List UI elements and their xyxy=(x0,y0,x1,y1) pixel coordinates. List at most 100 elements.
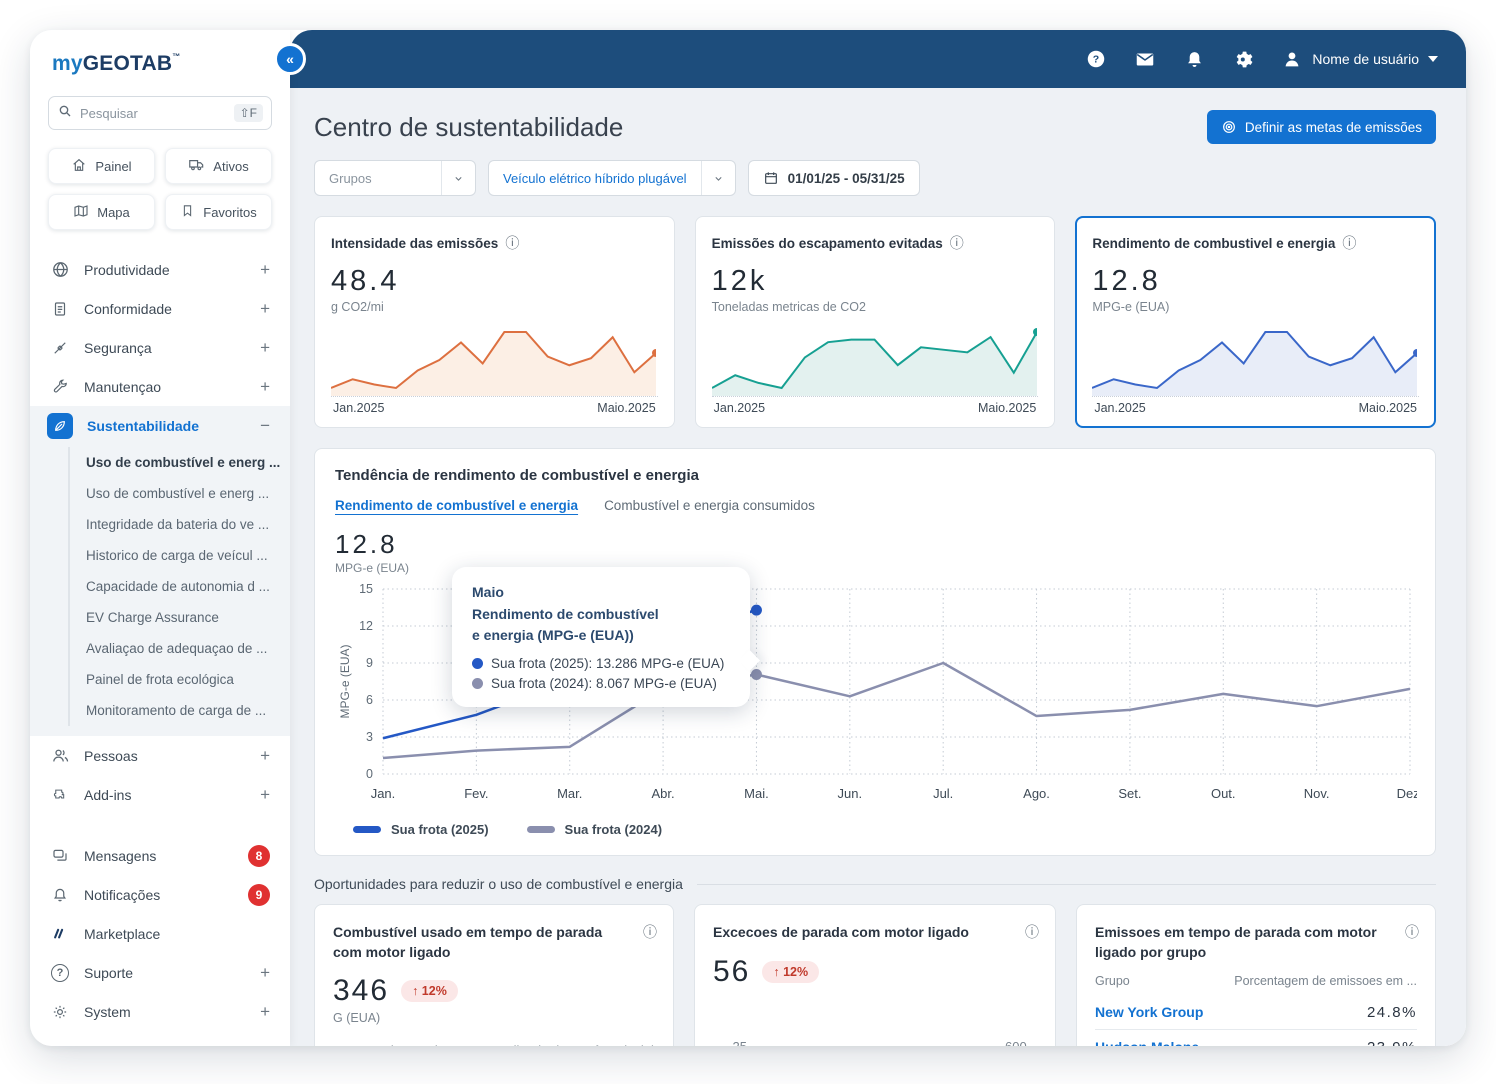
subnav-item[interactable]: Historico de carga de veícul ... xyxy=(70,540,290,571)
group-link[interactable]: New York Group xyxy=(1095,1004,1203,1020)
sidebar-item-pessoas[interactable]: Pessoas + xyxy=(30,736,290,775)
group-link[interactable]: Hudson Malone xyxy=(1095,1039,1199,1046)
seatbelt-icon xyxy=(50,338,70,358)
info-icon[interactable] xyxy=(1025,922,1039,942)
quick-link-ativos[interactable]: Ativos xyxy=(165,148,272,184)
people-icon xyxy=(50,746,70,766)
subnav-item[interactable]: Uso de combustível e energ ... xyxy=(70,478,290,509)
sidebar-item-label: Suporte xyxy=(84,964,134,981)
mail-icon[interactable] xyxy=(1134,48,1156,70)
quick-link-label: Painel xyxy=(95,158,132,174)
tooltip-entry-label: Sua frota (2025): 13.286 MPG-e (EUA) xyxy=(491,656,725,672)
kpi-card-emission-intensity[interactable]: Intensidade das emissões 48.4 g CO2/mi J… xyxy=(314,216,675,428)
info-icon[interactable] xyxy=(643,922,657,942)
sidebar-item-mensagens[interactable]: Mensagens 8 xyxy=(30,836,290,875)
description-text: O tempo de parada com motor ligado da su… xyxy=(333,1043,654,1046)
idle-emissions-card: Emissoes em tempo de parada com motor li… xyxy=(1076,904,1436,1046)
groups-select-value: Grupos xyxy=(329,170,372,186)
idle-exceptions-delta-badge: ↑ 12% xyxy=(762,960,820,983)
kpi-value: 12.8 xyxy=(1092,265,1161,297)
kpi-title: Rendimento de combustivel e energia xyxy=(1092,235,1336,251)
expand-icon[interactable]: + xyxy=(260,377,270,397)
kpi-card-avoided-emissions[interactable]: Emissões do escapamento evitadas 12k Ton… xyxy=(694,216,1056,428)
expand-icon[interactable]: + xyxy=(260,1002,270,1022)
quick-link-mapa[interactable]: Mapa xyxy=(48,194,155,230)
info-icon[interactable] xyxy=(1405,922,1419,942)
search-input[interactable] xyxy=(80,105,227,121)
legend-swatch-icon xyxy=(353,826,381,833)
kpi-title: Intensidade das emissões xyxy=(331,235,499,251)
tab-fuel-energy-consumed[interactable]: Combustível e energia consumidos xyxy=(604,498,815,515)
subnav-item[interactable]: Integridade da bateria do ve ... xyxy=(70,509,290,540)
search-box[interactable]: ⇧F xyxy=(48,96,272,130)
sidebar-item-manutencao[interactable]: Manutençao + xyxy=(30,367,290,406)
sidebar-item-conformidade[interactable]: Conformidade + xyxy=(30,289,290,328)
sidebar-item-label: Segurança xyxy=(84,339,152,356)
info-icon[interactable] xyxy=(950,233,964,253)
expand-icon[interactable]: + xyxy=(260,338,270,358)
series-dot-icon xyxy=(472,678,483,690)
tab-fuel-energy-economy[interactable]: Rendimento de combustível e energia xyxy=(335,498,578,515)
home-icon xyxy=(71,157,87,176)
legend-item-2025[interactable]: Sua frota (2025) xyxy=(353,822,489,837)
sidebar-item-add-ins[interactable]: Add-ins + xyxy=(30,775,290,814)
puzzle-icon xyxy=(50,785,70,805)
avoided-emissions-sparkline xyxy=(711,328,1037,396)
info-icon[interactable] xyxy=(1342,233,1356,253)
sidebar-item-label: Manutençao xyxy=(84,378,162,395)
spark-end-label: Maio.2025 xyxy=(597,401,656,415)
idle-fuel-card: Combustível usado em tempo de parada com… xyxy=(314,904,674,1046)
chart-legend: Sua frota (2025) Sua frota (2024) xyxy=(353,822,1415,837)
user-menu[interactable]: Nome de usuário xyxy=(1281,48,1438,70)
spark-start-label: Jan.2025 xyxy=(1094,401,1146,415)
quick-link-favoritos[interactable]: Favoritos xyxy=(165,194,272,230)
sidebar-item-suporte[interactable]: ? Suporte + xyxy=(30,953,290,992)
svg-text:Mar.: Mar. xyxy=(557,786,582,801)
idle-exceptions-chart: 2560020480 xyxy=(733,1039,1027,1046)
table-row: New York Group 24.8% xyxy=(1095,995,1417,1031)
sidebar-item-sustentabilidade[interactable]: Sustentabilidade − xyxy=(30,406,290,445)
sidebar-item-produtividade[interactable]: Produtividade + xyxy=(30,250,290,289)
subnav-item[interactable]: Capacidade de autonomia d ... xyxy=(70,571,290,602)
subnav-item[interactable]: Uso de combustível e energ ... xyxy=(70,447,290,478)
sidebar-item-label: Produtividade xyxy=(84,261,170,278)
expand-icon[interactable]: + xyxy=(260,260,270,280)
subnav-item[interactable]: Monitoramento de carga de ... xyxy=(70,695,290,726)
idle-emissions-table: Grupo Porcentagem de emissoes em ... New… xyxy=(1095,970,1417,1046)
quick-link-painel[interactable]: Painel xyxy=(48,148,155,184)
subnav-item[interactable]: Painel de frota ecológica xyxy=(70,664,290,695)
sidebar-item-seguranca[interactable]: Segurança + xyxy=(30,328,290,367)
kpi-card-fuel-energy-economy[interactable]: Rendimento de combustivel e energia 12.8… xyxy=(1075,216,1436,428)
svg-text:MPG-e (EUA): MPG-e (EUA) xyxy=(338,644,352,718)
expand-icon[interactable]: + xyxy=(260,785,270,805)
expand-icon[interactable]: + xyxy=(260,299,270,319)
legend-item-2024[interactable]: Sua frota (2024) xyxy=(526,822,662,837)
search-shortcut: ⇧F xyxy=(233,104,263,122)
sustainability-group: Sustentabilidade − Uso de combustível e … xyxy=(30,406,290,736)
sidebar-collapse-button[interactable]: « xyxy=(274,43,306,75)
svg-text:?: ? xyxy=(1093,54,1099,66)
bell-icon[interactable] xyxy=(1183,48,1205,70)
topbar: ? Nome de usuário xyxy=(290,30,1466,88)
wrench-icon xyxy=(50,377,70,397)
gear-icon[interactable] xyxy=(1232,48,1254,70)
sidebar-item-notificacoes[interactable]: Notificações 9 xyxy=(30,875,290,914)
groups-select[interactable]: Grupos xyxy=(314,160,476,196)
set-emissions-targets-button[interactable]: Definir as metas de emissões xyxy=(1206,110,1436,144)
help-icon[interactable]: ? xyxy=(1085,48,1107,70)
subnav-item[interactable]: EV Charge Assurance xyxy=(70,602,290,633)
quick-link-label: Favoritos xyxy=(203,204,257,220)
info-icon[interactable] xyxy=(505,233,519,253)
kpi-unit: MPG-e (EUA) xyxy=(1092,300,1170,314)
collapse-expander-icon[interactable]: − xyxy=(260,416,270,436)
subnav-item[interactable]: Avaliaçao de adequaçao de ... xyxy=(70,633,290,664)
vehicle-type-select[interactable]: Veículo elétrico híbrido plugável xyxy=(488,160,736,196)
expand-icon[interactable]: + xyxy=(260,963,270,983)
sidebar-item-marketplace[interactable]: Marketplace xyxy=(30,914,290,953)
expand-icon[interactable]: + xyxy=(260,746,270,766)
idle-fuel-value: 346 xyxy=(333,974,390,1008)
sidebar-item-system[interactable]: System + xyxy=(30,992,290,1031)
idle-exceptions-card: Excecoes de parada com motor ligado 56 ↑… xyxy=(694,904,1056,1046)
user-icon xyxy=(1281,48,1303,70)
date-range-picker[interactable]: 01/01/25 - 05/31/25 xyxy=(747,160,920,196)
